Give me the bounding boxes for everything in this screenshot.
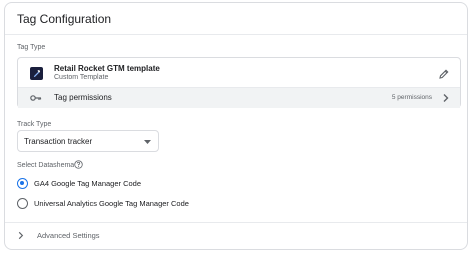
- dropdown-arrow-icon: [144, 140, 151, 144]
- panel-title: Tag Configuration: [17, 12, 112, 26]
- radio-option-ga4[interactable]: GA4 Google Tag Manager Code: [17, 177, 177, 193]
- radio-option-label: Universal Analytics Google Tag Manager C…: [34, 199, 189, 208]
- radio-button-unchecked[interactable]: [17, 198, 28, 209]
- help-icon[interactable]: [74, 160, 83, 169]
- track-type-value: Transaction tracker: [24, 137, 93, 146]
- template-name: Retail Rocket GTM template: [54, 64, 160, 73]
- tag-template-icon: [30, 67, 43, 80]
- key-icon: [30, 95, 42, 101]
- pencil-icon[interactable]: [438, 67, 452, 81]
- radio-option-universal-analytics[interactable]: Universal Analytics Google Tag Manager C…: [17, 197, 217, 213]
- chevron-right-icon: [18, 231, 24, 240]
- track-type-label: Track Type: [17, 121, 52, 128]
- datashema-label: Select Datashema: [17, 162, 75, 169]
- chevron-right-icon: [443, 94, 449, 102]
- template-type: Custom Template: [54, 74, 109, 81]
- tag-configuration-panel: Tag Configuration Tag Type Retail Rocket…: [4, 2, 468, 250]
- title-divider: [5, 34, 467, 35]
- radio-button-checked[interactable]: [17, 178, 28, 189]
- tag-type-card[interactable]: Retail Rocket GTM template Custom Templa…: [17, 57, 461, 108]
- advanced-settings-toggle[interactable]: Advanced Settings: [17, 228, 137, 244]
- tag-permissions-label: Tag permissions: [54, 93, 112, 102]
- advanced-divider: [5, 222, 467, 223]
- tag-permissions-row[interactable]: Tag permissions 5 permissions: [18, 87, 460, 108]
- tag-type-label: Tag Type: [17, 44, 46, 51]
- advanced-settings-label: Advanced Settings: [37, 231, 100, 240]
- permissions-count: 5 permissions: [391, 94, 432, 101]
- track-type-select[interactable]: Transaction tracker: [17, 130, 159, 152]
- radio-option-label: GA4 Google Tag Manager Code: [34, 179, 142, 188]
